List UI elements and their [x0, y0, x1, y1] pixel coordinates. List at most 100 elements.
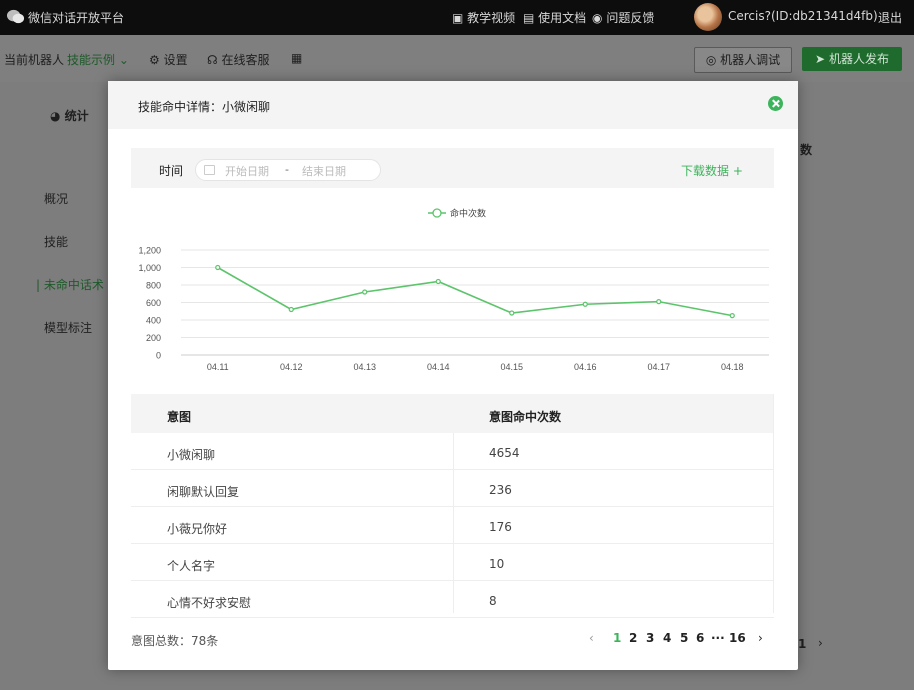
skill-hit-detail-dialog: 技能命中详情：小微闲聊 时间 开始日期 - 结束日期 下载数据 + 0 200 40…	[108, 81, 798, 670]
intent-cell: 小微闲聊	[167, 448, 216, 462]
page-6[interactable]: 6	[696, 631, 704, 645]
settings-link[interactable]: ⚙ 设置	[149, 51, 188, 68]
bot-toolbar: 当前机器人 技能示例 ⌄ ⚙ 设置 ☊ 在线客服 ▦ ◎ 机器人调试 ➤ 机器人…	[0, 35, 914, 82]
nav-tutorial-video[interactable]: ▣ 教学视频	[452, 9, 515, 26]
bg-next-page-icon[interactable]: ›	[818, 636, 823, 650]
pie-icon: ◕	[50, 109, 61, 123]
data-point	[656, 299, 662, 305]
legend-marker-icon	[432, 208, 442, 218]
start-date-input[interactable]: 开始日期	[225, 163, 269, 179]
current-bot-label: 当前机器人	[4, 53, 65, 67]
sidebar-item-annotation[interactable]: 模型标注	[44, 319, 92, 336]
table-header: 意图 意图命中次数	[131, 394, 774, 433]
headset-icon: ☊	[207, 53, 218, 67]
next-page-icon[interactable]: ›	[758, 631, 763, 645]
intent-cell: 闲聊默认回复	[167, 485, 240, 499]
doc-icon: ▤	[523, 11, 535, 25]
download-data-link[interactable]: 下载数据 +	[681, 162, 743, 179]
chevron-down-icon: ⌄	[118, 53, 129, 67]
page-4[interactable]: 4	[663, 631, 671, 645]
time-label: 时间	[159, 164, 184, 178]
sidebar	[0, 82, 108, 690]
data-point	[729, 313, 735, 319]
bg-page-number[interactable]: 1	[798, 637, 806, 651]
platform-brand[interactable]: 微信对话开放平台	[28, 9, 124, 26]
date-separator: -	[285, 163, 289, 176]
stats-heading: ◕ 统计	[50, 107, 89, 124]
data-point	[435, 278, 441, 285]
prev-page-icon[interactable]: ‹	[589, 631, 594, 645]
data-point	[215, 264, 221, 271]
page-3[interactable]: 3	[646, 631, 654, 645]
intent-total: 意图总数：78条	[131, 634, 219, 648]
series-line	[217, 266, 733, 317]
end-date-input[interactable]: 结束日期	[302, 163, 346, 179]
sidebar-item-overview[interactable]: 概况	[44, 190, 68, 207]
page-2[interactable]: 2	[629, 631, 637, 645]
user-id[interactable]: Cercis?(ID:db21341d4fb)	[728, 9, 878, 23]
page-1[interactable]: 1	[613, 631, 621, 645]
x-tick-label: 04.13	[353, 362, 376, 372]
header-hit-count: 意图命中次数	[489, 410, 562, 424]
sidebar-item-missed-label: 未命中话术	[43, 278, 104, 292]
debug-button-label: 机器人调试	[720, 53, 781, 67]
count-cell: 176	[489, 520, 512, 534]
data-point	[288, 306, 294, 313]
intent-cell: 小薇兄你好	[167, 522, 228, 536]
x-tick-label: 04.14	[427, 362, 450, 372]
nav-feedback[interactable]: ◉ 问题反馈	[592, 9, 654, 26]
stats-label: 统计	[64, 109, 89, 123]
x-tick-label: 04.11	[207, 362, 229, 372]
y-tick-label: 200	[146, 333, 161, 343]
nav-feedback-label: 问题反馈	[606, 11, 655, 25]
publish-button[interactable]: ➤ 机器人发布	[802, 47, 902, 71]
page-ellipsis[interactable]: ···	[711, 631, 725, 645]
x-tick-label: 04.12	[280, 362, 303, 372]
intent-cell: 个人名字	[167, 559, 216, 573]
chat-icon: ◎	[705, 53, 717, 67]
header-intent: 意图	[167, 410, 192, 424]
page-last[interactable]: 16	[729, 631, 746, 645]
y-tick-label: 800	[146, 281, 161, 291]
y-tick-label: 0	[156, 351, 161, 361]
date-range-picker[interactable]: 开始日期 - 结束日期	[195, 159, 381, 181]
data-point	[509, 310, 515, 316]
close-icon[interactable]	[768, 96, 783, 111]
logout-link[interactable]: 退出	[878, 9, 902, 26]
page-5[interactable]: 5	[680, 631, 688, 645]
intent-hit-table: 意图 意图命中次数 小微闲聊 4654 闲聊默认回复 236 小薇兄你好 176…	[131, 394, 774, 618]
data-point	[582, 301, 588, 307]
dialog-header: 技能命中详情：小微闲聊	[108, 81, 798, 129]
nav-docs[interactable]: ▤ 使用文档	[523, 9, 586, 26]
y-tick-label: 600	[146, 298, 161, 308]
column-divider	[453, 433, 454, 613]
hit-count-line-chart: 0 200 400 600 800 1,000 1,200 04.11 04.12 04.13 04…	[138, 208, 769, 372]
date-filter-bar: 时间 开始日期 - 结束日期 下载数据 +	[131, 148, 774, 188]
x-tick-label: 04.17	[647, 362, 670, 372]
sidebar-item-skills[interactable]: 技能	[44, 233, 68, 250]
y-tick-label: 1,000	[138, 263, 161, 273]
publish-button-label: 机器人发布	[828, 52, 889, 66]
legend-label: 命中次数	[450, 208, 486, 219]
bot-selector[interactable]: 技能示例 ⌄	[67, 51, 129, 68]
support-link[interactable]: ☊ 在线客服	[207, 51, 270, 68]
x-tick-label: 04.16	[574, 362, 597, 372]
avatar[interactable]	[694, 3, 722, 31]
wechat-logo-icon	[6, 9, 25, 24]
sidebar-item-missed[interactable]: | 未命中话术	[36, 276, 104, 293]
settings-label: 设置	[163, 53, 188, 67]
count-cell: 4654	[489, 446, 520, 460]
debug-button[interactable]: ◎ 机器人调试	[694, 47, 792, 73]
nav-tutorial-label: 教学视频	[467, 11, 516, 25]
dialog-title: 技能命中详情：小微闲聊	[138, 100, 271, 114]
support-label: 在线客服	[221, 53, 270, 67]
y-tick-label: 400	[146, 316, 161, 326]
video-icon: ▣	[452, 11, 464, 25]
bg-column-header: 数	[800, 143, 813, 157]
x-tick-label: 04.15	[500, 362, 523, 372]
x-tick-label: 04.18	[721, 362, 744, 372]
gear-icon: ⚙	[149, 53, 160, 67]
grid-icon[interactable]: ▦	[291, 51, 302, 65]
count-cell: 8	[489, 594, 497, 608]
bot-name: 技能示例	[67, 53, 116, 67]
